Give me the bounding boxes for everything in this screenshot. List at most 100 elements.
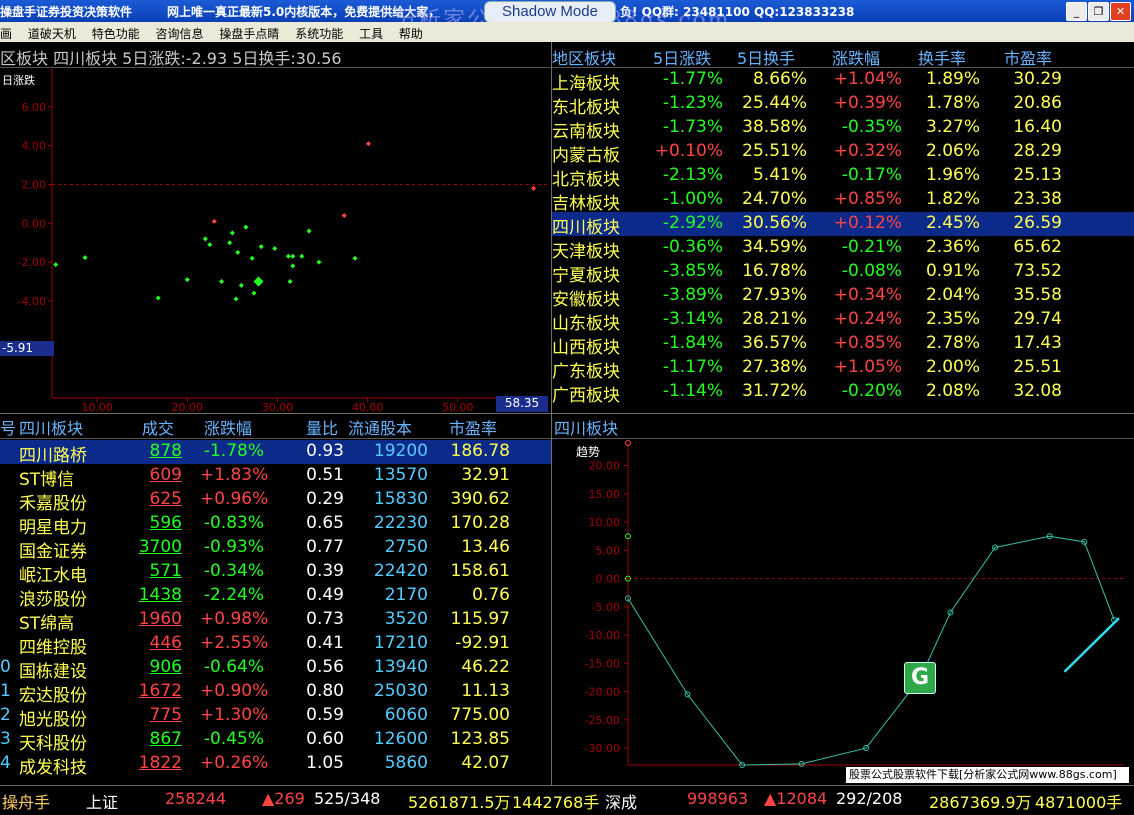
menu-bar: 画 道破天机 特色功能 咨询信息 操盘手点睛 系统功能 工具 帮助 bbox=[0, 22, 1134, 42]
stock-row[interactable]: 0 国栋建设 906 -0.64% 0.56 13940 46.22 bbox=[0, 656, 551, 682]
stock-cell: 13570 bbox=[373, 465, 428, 485]
region-cell: 2.78% bbox=[925, 333, 980, 353]
stock-cell: 1438 bbox=[138, 585, 182, 605]
scatter-y-tick-label: -2.00 bbox=[18, 256, 46, 269]
col-trade[interactable]: 成交 bbox=[142, 415, 174, 439]
menu-item-help[interactable]: 帮助 bbox=[393, 22, 429, 42]
stock-cell: 42.07 bbox=[461, 753, 510, 773]
menu-item-daopo[interactable]: 道破天机 bbox=[22, 22, 82, 42]
region-row[interactable]: 山东板块 -3.14% 28.21% +0.24% 2.35% 29.74 bbox=[552, 308, 1134, 334]
region-row[interactable]: 广东板块 -1.17% 27.38% +1.05% 2.00% 25.51 bbox=[552, 356, 1134, 382]
scatter-header: 区板块 四川板块 5日涨跌:-2.93 5日换手:30.56 bbox=[0, 49, 342, 68]
stock-cell: 390.62 bbox=[450, 489, 510, 509]
region-row[interactable]: 广西板块 -1.14% 31.72% -0.20% 2.08% 32.08 bbox=[552, 380, 1134, 406]
region-cell: -1.14% bbox=[662, 381, 723, 401]
stock-row[interactable]: 四维控股 446 +2.55% 0.41 17210 -92.91 bbox=[0, 632, 551, 658]
shadow-mode-button[interactable]: Shadow Mode bbox=[484, 1, 616, 23]
close-button[interactable]: ✕ bbox=[1110, 2, 1131, 21]
region-cell: 30.56% bbox=[742, 213, 807, 233]
trend-chart[interactable]: 20.00 15.00 10.00 5.00 0.00 -5.00 -10.00 -15.00… bbox=[552, 439, 1134, 785]
menu-item-tools[interactable]: 工具 bbox=[353, 22, 389, 42]
stock-row[interactable]: 国金证券 3700 -0.93% 0.77 2750 13.46 bbox=[0, 536, 551, 562]
region-cell: 北京板块 bbox=[552, 170, 620, 190]
scatter-point-down bbox=[207, 242, 213, 248]
menu-item-system[interactable]: 系统功能 bbox=[289, 22, 349, 42]
trend-y-tick-label: -10.00 bbox=[585, 629, 620, 642]
stock-row[interactable]: 3 天科股份 867 -0.45% 0.60 12600 123.85 bbox=[0, 728, 551, 754]
stock-row[interactable]: 岷江水电 571 -0.34% 0.39 22420 158.61 bbox=[0, 560, 551, 586]
close-icon: ✕ bbox=[1115, 5, 1126, 18]
region-cell: 2.35% bbox=[925, 309, 980, 329]
stock-cell: 0.60 bbox=[306, 729, 344, 749]
scatter-point-down bbox=[238, 282, 244, 288]
scatter-point-up bbox=[366, 141, 372, 147]
region-row[interactable]: 上海板块 -1.77% 8.66% +1.04% 1.89% 30.29 bbox=[552, 68, 1134, 94]
col-region[interactable]: 地区板块 bbox=[552, 45, 616, 69]
stock-row[interactable]: 明星电力 596 -0.83% 0.65 22230 170.28 bbox=[0, 512, 551, 538]
scatter-x-tick-label: 20.00 bbox=[172, 401, 204, 413]
sh-volume: 1442768手 bbox=[512, 793, 600, 812]
col-turnover[interactable]: 换手率 bbox=[918, 45, 966, 69]
region-cell: 四川板块 bbox=[552, 218, 620, 238]
col-sector-name[interactable]: 四川板块 bbox=[19, 415, 83, 439]
trend-y-tick-label: -30.00 bbox=[585, 742, 620, 755]
minimize-button[interactable]: _ bbox=[1066, 2, 1087, 21]
stock-row[interactable]: ST绵高 1960 +0.98% 0.73 3520 115.97 bbox=[0, 608, 551, 634]
stock-row[interactable]: 浪莎股份 1438 -2.24% 0.49 2170 0.76 bbox=[0, 584, 551, 610]
region-cell: +0.85% bbox=[833, 189, 902, 209]
stock-cell: 明星电力 bbox=[19, 518, 87, 538]
region-row[interactable]: 天津板块 -0.36% 34.59% -0.21% 2.36% 65.62 bbox=[552, 236, 1134, 262]
col-5d-turnover[interactable]: 5日换手 bbox=[737, 45, 795, 69]
region-cell: 28.21% bbox=[742, 309, 807, 329]
region-cell: 广东板块 bbox=[552, 362, 620, 382]
stock-cell: -1.78% bbox=[203, 441, 264, 461]
stock-cell: 22230 bbox=[373, 513, 428, 533]
stock-row[interactable]: 2 旭光股份 775 +1.30% 0.59 6060 775.00 bbox=[0, 704, 551, 730]
region-cell: 安徽板块 bbox=[552, 290, 620, 310]
stock-cell: 0.77 bbox=[306, 537, 344, 557]
region-row[interactable]: 吉林板块 -1.00% 24.70% +0.85% 1.82% 23.38 bbox=[552, 188, 1134, 214]
region-row[interactable]: 北京板块 -2.13% 5.41% -0.17% 1.96% 25.13 bbox=[552, 164, 1134, 190]
region-cell: 27.38% bbox=[742, 357, 807, 377]
region-cell: 天津板块 bbox=[552, 242, 620, 262]
stock-row[interactable]: 4 成发科技 1822 +0.26% 1.05 5860 42.07 bbox=[0, 752, 551, 778]
col-volume-ratio[interactable]: 量比 bbox=[306, 415, 338, 439]
col-float-shares[interactable]: 流通股本 bbox=[348, 415, 412, 439]
sz-change: ▲12084 bbox=[764, 789, 828, 808]
menu-item-zixun[interactable]: 咨询信息 bbox=[150, 22, 210, 42]
region-row[interactable]: 云南板块 -1.73% 38.58% -0.35% 3.27% 16.40 bbox=[552, 116, 1134, 142]
menu-item-prefix[interactable]: 画 bbox=[0, 22, 18, 42]
stock-cell: 2 bbox=[0, 705, 11, 725]
region-cell: 云南板块 bbox=[552, 122, 620, 142]
menu-item-tese[interactable]: 特色功能 bbox=[86, 22, 146, 42]
stock-row[interactable]: 1 宏达股份 1672 +0.90% 0.80 25030 11.13 bbox=[0, 680, 551, 706]
stock-cell: 浪莎股份 bbox=[19, 590, 87, 610]
ad-banner[interactable]: 股票公式股票软件下载[分析家公式网www.88gs.com] bbox=[846, 767, 1129, 783]
region-row[interactable]: 四川板块 -2.92% 30.56% +0.12% 2.45% 26.59 bbox=[552, 212, 1134, 238]
col-stock-change[interactable]: 涨跌幅 bbox=[204, 415, 252, 439]
scatter-point-down bbox=[219, 279, 225, 285]
stock-cell: 775.00 bbox=[450, 705, 510, 725]
stock-row[interactable]: 四川路桥 878 -1.78% 0.93 19200 186.78 bbox=[0, 440, 551, 466]
stock-cell: 3 bbox=[0, 729, 11, 749]
stock-cell: +0.26% bbox=[200, 753, 269, 773]
col-5d-change[interactable]: 5日涨跌 bbox=[653, 45, 711, 69]
refresh-icon[interactable]: G bbox=[904, 662, 936, 694]
restore-button[interactable]: ❐ bbox=[1088, 2, 1109, 21]
stock-cell: 3700 bbox=[138, 537, 182, 557]
menu-item-dianjing[interactable]: 操盘手点睛 bbox=[213, 22, 285, 42]
scatter-chart[interactable]: 6.00 4.00 2.00 0.00 -2.00 -4.00 10.00 20.00 30.0… bbox=[0, 68, 551, 413]
col-stock-pe[interactable]: 市盈率 bbox=[449, 415, 497, 439]
region-row[interactable]: 安徽板块 -3.89% 27.93% +0.34% 2.04% 35.58 bbox=[552, 284, 1134, 310]
col-pe[interactable]: 市盈率 bbox=[1004, 45, 1052, 69]
col-change[interactable]: 涨跌幅 bbox=[832, 45, 880, 69]
region-row[interactable]: 内蒙古板 +0.10% 25.51% +0.32% 2.06% 28.29 bbox=[552, 140, 1134, 166]
stock-row[interactable]: 禾嘉股份 625 +0.96% 0.29 15830 390.62 bbox=[0, 488, 551, 514]
stock-row[interactable]: ST博信 609 +1.83% 0.51 13570 32.91 bbox=[0, 464, 551, 490]
col-index[interactable]: 号 bbox=[0, 415, 16, 439]
region-row[interactable]: 宁夏板块 -3.85% 16.78% -0.08% 0.91% 73.52 bbox=[552, 260, 1134, 286]
region-row[interactable]: 东北板块 -1.23% 25.44% +0.39% 1.78% 20.86 bbox=[552, 92, 1134, 118]
region-row[interactable]: 山西板块 -1.84% 36.57% +0.85% 2.78% 17.43 bbox=[552, 332, 1134, 358]
scatter-point-down bbox=[272, 246, 278, 252]
scatter-y-tick-label: 0.00 bbox=[22, 217, 47, 230]
